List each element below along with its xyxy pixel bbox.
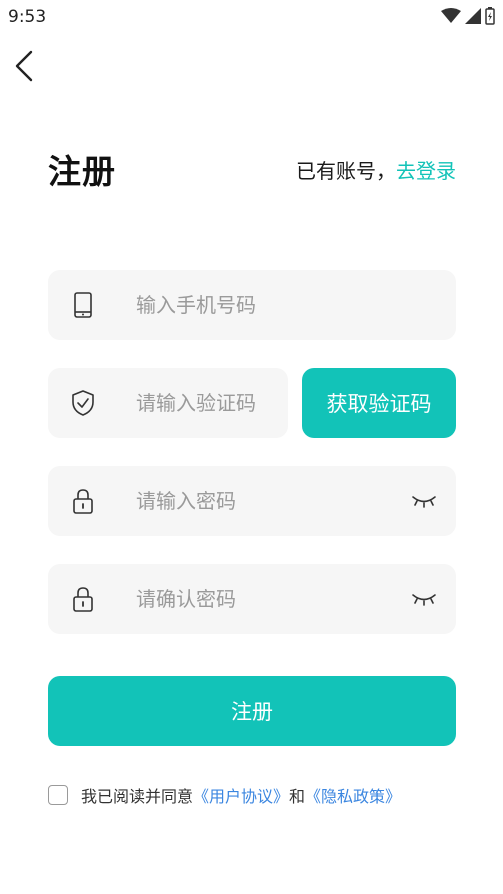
back-arrow-icon: [15, 50, 33, 82]
eye-closed-icon[interactable]: [410, 488, 438, 514]
header-row: 注册 已有账号，去登录: [48, 145, 456, 191]
register-button[interactable]: 注册: [48, 676, 456, 746]
phone-field[interactable]: [48, 270, 456, 340]
agreement-conjunction: 和: [289, 787, 306, 806]
login-prompt-text: 已有账号，: [296, 159, 396, 183]
status-time: 9:53: [8, 7, 47, 27]
wifi-icon: [441, 8, 461, 23]
status-bar: 9:53: [0, 0, 503, 34]
confirm-password-input[interactable]: [136, 564, 396, 634]
password-input[interactable]: [136, 466, 396, 536]
agreement-checkbox[interactable]: [48, 785, 68, 805]
login-link[interactable]: 去登录: [396, 159, 456, 183]
page-title: 注册: [48, 152, 116, 191]
status-icons: [441, 7, 495, 25]
agreement-prefix: 我已阅读并同意: [81, 787, 194, 806]
code-field[interactable]: [48, 368, 288, 438]
shield-check-icon: [70, 390, 96, 416]
privacy-policy-link[interactable]: 《隐私政策》: [305, 783, 401, 807]
lock-icon: [70, 586, 96, 612]
login-prompt: 已有账号，去登录: [296, 155, 456, 184]
eye-closed-icon[interactable]: [410, 586, 438, 612]
password-field[interactable]: [48, 466, 456, 536]
confirm-password-field[interactable]: [48, 564, 456, 634]
code-input[interactable]: [136, 368, 281, 438]
lock-icon: [70, 488, 96, 514]
phone-icon: [70, 292, 96, 318]
get-code-button[interactable]: 获取验证码: [302, 368, 456, 438]
user-agreement-link[interactable]: 《用户协议》: [193, 783, 289, 807]
back-button[interactable]: [6, 44, 42, 88]
phone-input[interactable]: [136, 270, 436, 340]
battery-icon: [485, 7, 495, 25]
agreement-row: 我已阅读并同意 《用户协议》 和 《隐私政策》: [48, 784, 401, 806]
signal-icon: [465, 8, 481, 24]
